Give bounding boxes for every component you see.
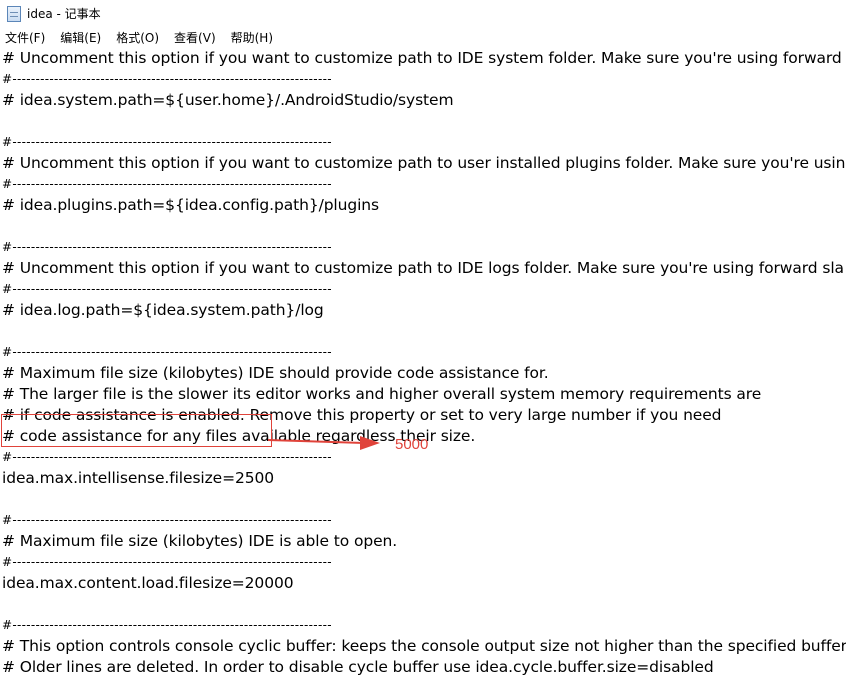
text-editor[interactable]: # Uncomment this option if you want to c…	[0, 48, 846, 689]
window-title: idea - 记事本	[27, 7, 101, 21]
text-line: idea.max.intellisense.filesize=2500	[2, 469, 275, 487]
text-line: # idea.log.path=${idea.system.path}/log	[2, 301, 324, 319]
text-line: # Uncomment this option if you want to c…	[2, 259, 844, 277]
text-line: # Uncomment this option if you want to c…	[2, 154, 846, 172]
text-line: # Uncomment this option if you want to c…	[2, 49, 842, 67]
menu-format[interactable]: 格式(O)	[111, 29, 165, 46]
arrow-annotation	[267, 436, 380, 450]
text-line: #---------------------------------------…	[2, 240, 332, 254]
menu-edit[interactable]: 编辑(E)	[55, 29, 107, 46]
menu-view[interactable]: 查看(V)	[169, 29, 222, 46]
text-line: #---------------------------------------…	[2, 618, 332, 632]
menu-help[interactable]: 帮助(H)	[226, 29, 279, 46]
menu-file[interactable]: 文件(F)	[0, 29, 51, 46]
text-line: # Older lines are deleted. In order to d…	[2, 658, 714, 676]
text-line: #---------------------------------------…	[2, 177, 332, 191]
notepad-icon	[7, 5, 21, 22]
text-line: # This option controls console cyclic bu…	[2, 637, 846, 655]
text-line: # The larger file is the slower its edit…	[2, 385, 762, 403]
text-line: # idea.system.path=${user.home}/.Android…	[2, 91, 454, 109]
text-line: #---------------------------------------…	[2, 345, 332, 359]
text-line: #---------------------------------------…	[2, 282, 332, 296]
text-line: idea.max.content.load.filesize=20000	[2, 574, 294, 592]
text-line: # Maximum file size (kilobytes) IDE shou…	[2, 364, 549, 382]
text-line: # idea.plugins.path=${idea.config.path}/…	[2, 196, 380, 214]
title-bar: idea - 记事本	[0, 0, 846, 27]
text-line: #---------------------------------------…	[2, 72, 332, 86]
text-line: # Maximum file size (kilobytes) IDE is a…	[2, 532, 398, 550]
annotation-value: 5000	[395, 436, 429, 453]
text-line: #---------------------------------------…	[2, 513, 332, 527]
highlight-box	[1, 414, 272, 447]
text-line: #---------------------------------------…	[2, 135, 332, 149]
text-line: #---------------------------------------…	[2, 555, 332, 569]
menu-bar: 文件(F) 编辑(E) 格式(O) 查看(V) 帮助(H)	[0, 27, 846, 48]
